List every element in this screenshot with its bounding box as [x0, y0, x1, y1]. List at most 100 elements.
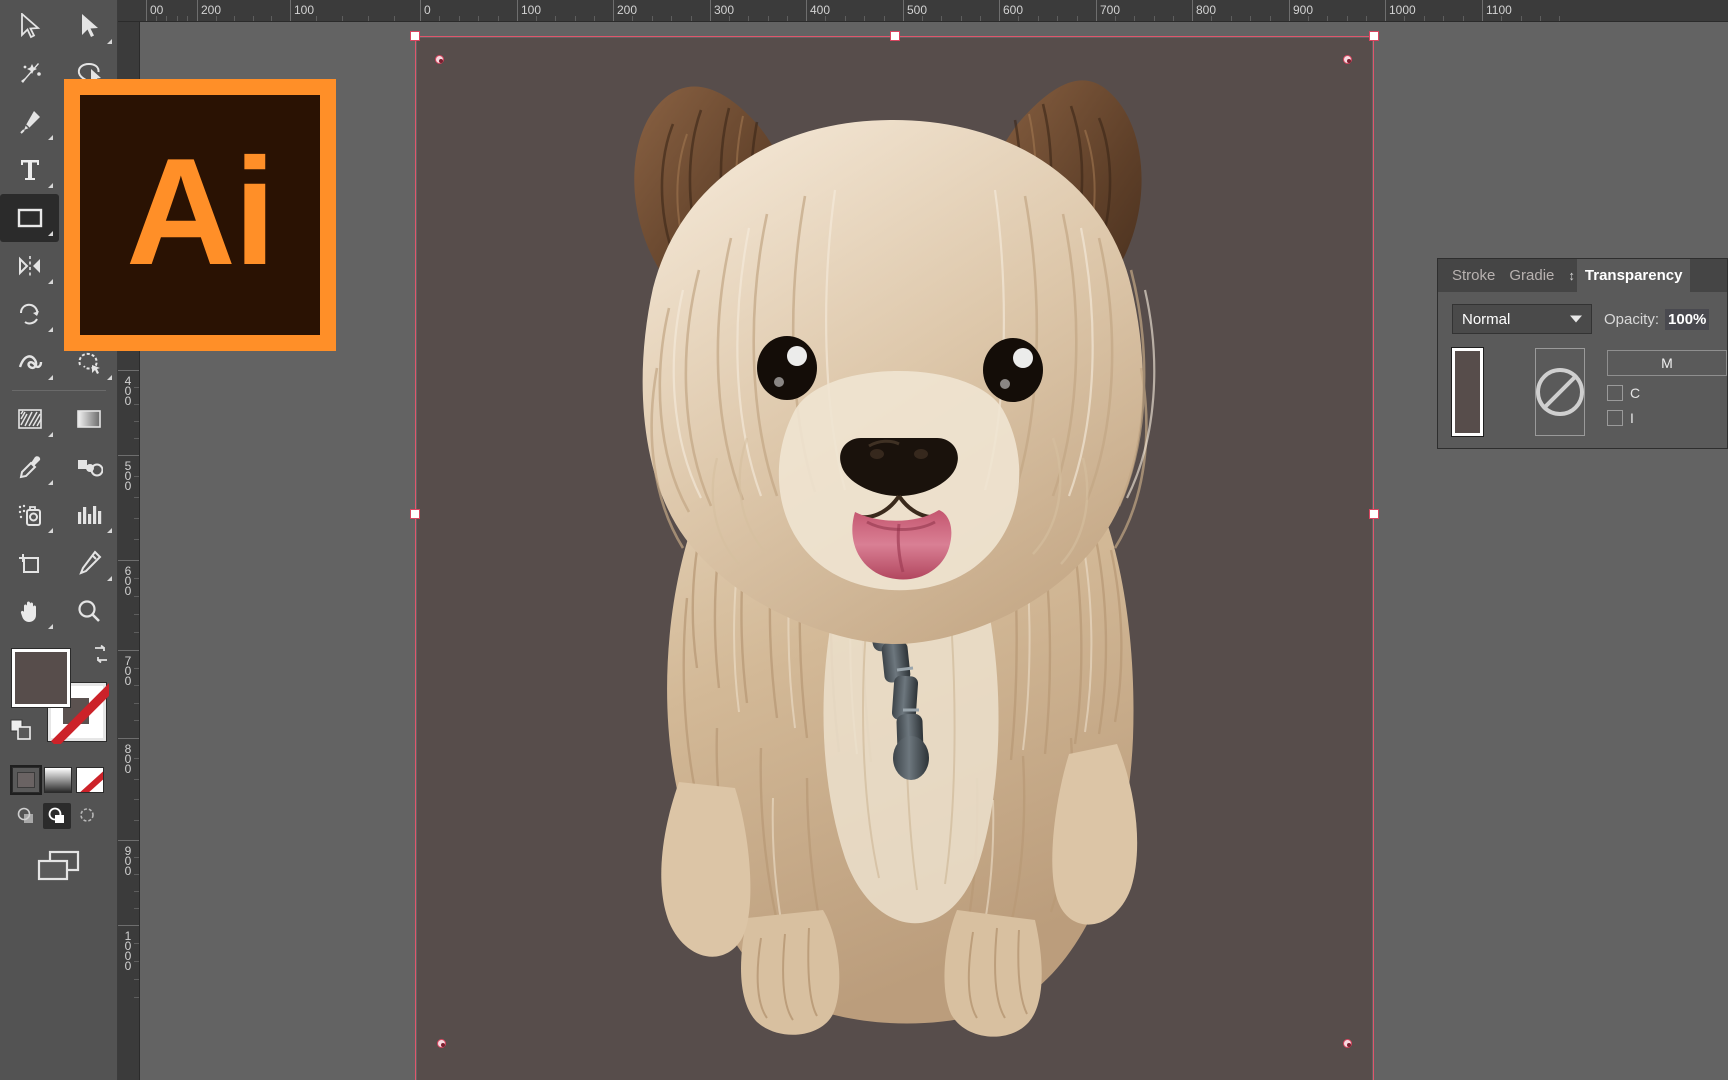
ruler-subtick — [825, 16, 827, 21]
ruler-subtick — [1539, 16, 1541, 21]
eyedropper-tool[interactable] — [0, 443, 59, 491]
blend-tool[interactable] — [59, 443, 118, 491]
tab-stroke[interactable]: Stroke — [1452, 267, 1495, 284]
ruler-subtick — [1018, 16, 1020, 21]
tab-gradient[interactable]: Gradie — [1509, 267, 1554, 284]
horizontal-ruler[interactable]: 00 200 100 0 100 200 300 400 500 600 700 800 900 1000… — [118, 0, 1728, 22]
draw-normal-button[interactable] — [12, 803, 40, 829]
default-fill-stroke-icon[interactable] — [10, 719, 32, 741]
ruler-subtick — [729, 16, 731, 21]
tab-transparency[interactable]: Transparency — [1576, 259, 1691, 292]
clip-checkbox[interactable] — [1607, 385, 1623, 401]
selection-handle-top-right[interactable] — [1369, 31, 1379, 41]
direct-selection-tool[interactable] — [59, 2, 118, 50]
ruler-label: 300 — [714, 3, 735, 17]
ruler-tick — [1096, 0, 1097, 21]
opacity-input[interactable]: 100% — [1665, 308, 1710, 330]
ruler-subtick — [1057, 16, 1059, 21]
column-graph-tool[interactable] — [59, 491, 118, 539]
ruler-subtick — [1443, 16, 1445, 21]
ruler-subtick — [252, 16, 254, 21]
rectangle-tool[interactable] — [0, 194, 59, 242]
selection-handle-middle-right[interactable] — [1369, 509, 1379, 519]
object-thumbnail[interactable] — [1451, 347, 1484, 437]
selection-handle-top-left[interactable] — [410, 31, 420, 41]
ruler-tick — [710, 0, 711, 21]
ruler-label: 900 — [1293, 3, 1314, 17]
ruler-subtick — [1365, 16, 1367, 21]
anchor-point-top-right[interactable] — [1343, 55, 1352, 64]
type-tool[interactable] — [0, 146, 59, 194]
gradient-mode-button[interactable] — [44, 767, 72, 793]
symbol-sprayer-tool[interactable] — [0, 491, 59, 539]
ruler-subtick — [134, 578, 139, 579]
ruler-tick — [903, 0, 904, 21]
ruler-subtick — [234, 16, 236, 21]
ruler-subtick — [134, 758, 139, 760]
shape-builder-tool[interactable] — [0, 395, 59, 443]
tool-flyout-indicator — [107, 39, 112, 44]
invert-checkbox-row[interactable]: I — [1607, 410, 1727, 426]
fill-swatch[interactable] — [11, 648, 71, 708]
shaper-tool[interactable] — [0, 242, 59, 290]
pen-tool[interactable] — [0, 98, 59, 146]
anchor-point-bottom-right[interactable] — [1343, 1039, 1352, 1048]
rotate-tool[interactable] — [0, 290, 59, 338]
selection-handle-top-center[interactable] — [890, 31, 900, 41]
ruler-tick — [420, 0, 421, 21]
change-screen-mode-button[interactable] — [31, 847, 87, 883]
canvas-area[interactable] — [140, 22, 1728, 1080]
ruler-subtick — [671, 16, 673, 21]
zoom-tool[interactable] — [59, 587, 118, 635]
panel-resize-icon[interactable]: ↕ — [1568, 268, 1575, 283]
ruler-subtick — [394, 16, 395, 21]
swap-fill-stroke-icon[interactable] — [92, 644, 110, 664]
ruler-tick — [1192, 0, 1193, 21]
ruler-label: 700 — [124, 654, 132, 688]
ruler-subtick — [134, 438, 139, 439]
toolbar-divider — [12, 390, 106, 391]
ruler-subtick — [134, 799, 139, 801]
ruler-subtick — [134, 518, 139, 519]
invert-checkbox[interactable] — [1607, 410, 1623, 426]
blend-mode-select[interactable]: Normal — [1452, 304, 1592, 334]
ruler-subtick — [166, 16, 168, 21]
mask-thumbnail[interactable] — [1535, 348, 1585, 436]
panel-body: Normal Opacity: 100% M C I — [1438, 292, 1727, 437]
transparency-panel[interactable]: Stroke Gradie ↕ Transparency Normal Opac… — [1437, 258, 1728, 449]
none-mode-button[interactable] — [76, 767, 104, 793]
clip-checkbox-row[interactable]: C — [1607, 385, 1727, 401]
ruler-subtick — [134, 632, 139, 633]
gradient-tool[interactable] — [59, 395, 118, 443]
color-mode-button[interactable] — [10, 765, 42, 795]
slice-tool[interactable] — [59, 539, 118, 587]
draw-inside-button[interactable] — [74, 803, 102, 829]
tool-flyout-indicator — [107, 528, 112, 533]
draw-behind-button[interactable] — [43, 803, 71, 829]
ruler-subtick — [651, 16, 653, 21]
hand-tool[interactable] — [0, 587, 59, 635]
magic-wand-tool[interactable] — [0, 50, 59, 98]
artboard[interactable] — [417, 38, 1372, 1080]
ruler-label: 100 — [294, 3, 315, 17]
artboard-tool[interactable] — [0, 539, 59, 587]
selection-handle-middle-left[interactable] — [410, 509, 420, 519]
tool-flyout-indicator — [107, 576, 112, 581]
tool-flyout-indicator — [48, 327, 53, 332]
selection-tool[interactable] — [0, 2, 59, 50]
ruler-label: 600 — [1003, 3, 1024, 17]
anchor-point-top-left[interactable] — [435, 55, 444, 64]
logo-inner: Ai — [80, 95, 320, 335]
ruler-label: 0 — [424, 3, 431, 17]
ruler-subtick — [767, 16, 769, 21]
blend-opacity-row: Normal Opacity: 100% — [1452, 304, 1727, 334]
ruler-subtick — [941, 16, 943, 21]
make-mask-button[interactable]: M — [1607, 350, 1727, 376]
width-tool[interactable] — [0, 338, 59, 386]
anchor-point-bottom-left[interactable] — [437, 1039, 446, 1048]
ruler-subtick — [186, 16, 188, 21]
ruler-subtick — [1153, 16, 1155, 21]
blend-mode-value: Normal — [1462, 310, 1511, 328]
ruler-subtick — [316, 16, 317, 21]
dog-artwork[interactable] — [417, 38, 1372, 1080]
